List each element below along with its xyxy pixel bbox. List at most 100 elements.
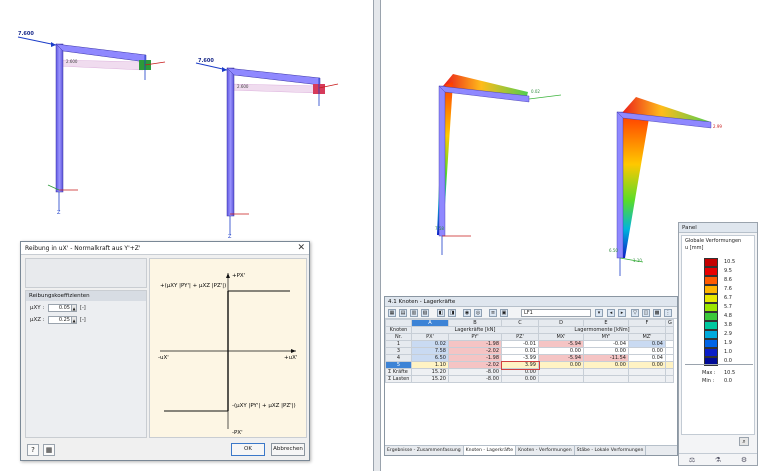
table-row[interactable]: 4 6.50 -1.98 -3.99 -5.94 -11.54 0.04 (385, 354, 674, 362)
legend-swatch (704, 285, 718, 294)
max-value: 10.5 (724, 370, 736, 376)
color-icon[interactable]: ◎ (474, 309, 482, 317)
copy-icon[interactable]: ◧ (437, 309, 445, 317)
mu-xy-input[interactable]: 0.05 (48, 304, 72, 312)
column-header[interactable]: F (628, 319, 666, 327)
tab-node-deformations[interactable]: Knoten - Verformungen (516, 446, 575, 455)
filter-icon[interactable]: ▥ (410, 309, 418, 317)
excel-icon[interactable]: ▩ (653, 309, 661, 317)
legend-swatch (704, 339, 718, 348)
table-row[interactable]: 1 0.02 -1.98 -0.01 -5.94 -0.04 0.04 (385, 340, 674, 348)
legend-entry: 1.9 (704, 339, 752, 348)
export-icon[interactable]: ▤ (399, 309, 407, 317)
prev-icon[interactable]: ◂ (607, 309, 615, 317)
column-header[interactable]: C (501, 319, 539, 327)
subheader: PY' (448, 333, 502, 341)
more-icon[interactable]: ⋮ (664, 309, 672, 317)
cancel-button[interactable]: Abbrechen (271, 443, 305, 456)
paste-icon[interactable]: ◨ (448, 309, 456, 317)
forces-group-header: Lagerkräfte [kN] (411, 326, 539, 334)
legend-entry: 3.8 (704, 321, 752, 330)
zoom-icon[interactable]: ⌕ (739, 437, 749, 446)
chevron-down-icon[interactable]: ▾ (595, 309, 603, 317)
ok-button[interactable]: OK (231, 443, 265, 456)
legend-value: 3.8 (724, 322, 732, 328)
legend-heading: Globale Verformungen (685, 238, 742, 244)
svg-text:0.02: 0.02 (531, 89, 540, 94)
tab-summary[interactable]: Ergebnisse - Zusammenfassung (385, 446, 464, 455)
friction-diagram: +PX' -PX' -uX' +uX' +(μXY |PY'| + μXZ |P… (149, 258, 307, 438)
sort-icon[interactable]: ▧ (421, 309, 429, 317)
legend-swatch (704, 276, 718, 285)
frame-1: 7.600 2.600 Z (17, 31, 166, 216)
dialog-info-area (25, 258, 147, 288)
filter-icon[interactable]: ⚗ (715, 456, 721, 464)
subheader: PZ' (501, 333, 539, 341)
spin-icon[interactable]: ▲ (72, 304, 77, 312)
support-base-icon: Z (228, 213, 249, 240)
settings-icon[interactable]: ≡ (489, 309, 497, 317)
column-header[interactable]: D (538, 319, 584, 327)
results-title: 4.1 Knoten - Lagerkräfte (385, 297, 677, 307)
knoten-label: Knoten (385, 326, 412, 334)
legend-swatch (704, 330, 718, 339)
subheader: MX' (538, 333, 584, 341)
legend-entry: 7.6 (704, 285, 752, 294)
results-toolbar: ▦ ▤ ▥ ▧ ◧ ◨ ◉ ◎ ≡ ▣ LF1 ▾ ◂ ▸ ▽ ◫ ▩ ⋮ (385, 307, 677, 319)
column-header[interactable]: G (665, 319, 674, 327)
right-model-view[interactable]: 0.02 7.58 2.99 6.50 1.10 4.1 Knoten - La… (380, 0, 760, 471)
left-model-view[interactable]: 7.600 2.600 Z 7.600 2.600 Z Reibung in u… (0, 0, 374, 471)
svg-text:6.50: 6.50 (609, 248, 618, 253)
dialog-title: Reibung in uX' - Normalkraft aus Y'+Z' (21, 242, 309, 255)
table-row-selected[interactable]: 5 1.10 -2.02 3.99 0.00 0.00 0.00 (385, 360, 674, 370)
svg-text:Z: Z (228, 234, 232, 240)
min-label: Min : (702, 378, 715, 384)
close-icon[interactable]: ✕ (297, 243, 305, 253)
legend-swatch (704, 348, 718, 357)
table-icon[interactable]: ▦ (388, 309, 396, 317)
max-label: Max : (702, 370, 716, 376)
settings-icon[interactable]: ⚙ (741, 456, 747, 464)
legend-entry: 9.5 (704, 267, 752, 276)
coef-label: μXZ : (30, 317, 45, 323)
coefficients-group: Reibungskoeffizienten μXY : 0.05 ▲ [-] μ… (25, 290, 147, 438)
view-icon[interactable]: ◉ (463, 309, 471, 317)
legend-swatch (704, 294, 718, 303)
spin-icon[interactable]: ▲ (72, 316, 77, 324)
subheader: MY' (583, 333, 629, 341)
support-base-icon: Z (47, 184, 78, 216)
tab-support-forces[interactable]: Knoten - Lagerkräfte (463, 446, 517, 455)
results-panel: 4.1 Knoten - Lagerkräfte ▦ ▤ ▥ ▧ ◧ ◨ ◉ ◎… (384, 296, 678, 456)
frame-2: 7.600 2.600 Z (195, 58, 339, 240)
legend-entry: 2.9 (704, 330, 752, 339)
column-header[interactable]: B (448, 319, 502, 327)
chart-icon[interactable]: ◫ (642, 309, 650, 317)
column-header[interactable]: A (411, 319, 449, 327)
axis-right-label: +uX' (284, 355, 297, 361)
nr-label: Nr. (385, 333, 412, 341)
tab-member-deformations[interactable]: Stäbe - Lokale Verformungen (575, 446, 647, 455)
load-case-select[interactable]: LF1 (521, 309, 591, 317)
scale-icon[interactable]: ⚖ (689, 456, 695, 464)
legend-footer: ⚖ ⚗ ⚙ (679, 453, 757, 465)
print-icon[interactable]: ▣ (500, 309, 508, 317)
legend-value: 6.7 (724, 295, 732, 301)
legend-entry: 6.7 (704, 294, 752, 303)
mu-xz-input[interactable]: 0.25 (48, 316, 72, 324)
svg-text:2.600: 2.600 (237, 84, 249, 89)
legend-value: 7.6 (724, 286, 732, 292)
next-icon[interactable]: ▸ (618, 309, 626, 317)
legend-swatch (704, 258, 718, 267)
filter-funnel-icon[interactable]: ▽ (631, 309, 639, 317)
axis-bottom-label: -PX' (232, 430, 243, 436)
column-header[interactable]: E (583, 319, 629, 327)
legend-panel: Panel Globale Verformungen u [mm] 10.5 9.… (678, 222, 758, 466)
table-icon[interactable]: ▦ (43, 444, 55, 456)
legend-value: 1.9 (724, 340, 732, 346)
table-row[interactable]: 3 7.58 -2.02 0.01 0.00 0.00 0.00 (385, 347, 674, 355)
svg-text:2.600: 2.600 (66, 59, 78, 64)
help-icon[interactable]: ? (27, 444, 39, 456)
formula-top: +(μXY |PY'| + μXZ |PZ'|) (160, 283, 226, 289)
results-table: A B C D E F G Knoten Lagerkräfte [kN] La… (385, 319, 674, 383)
coefficients-title: Reibungskoeffizienten (26, 291, 146, 301)
